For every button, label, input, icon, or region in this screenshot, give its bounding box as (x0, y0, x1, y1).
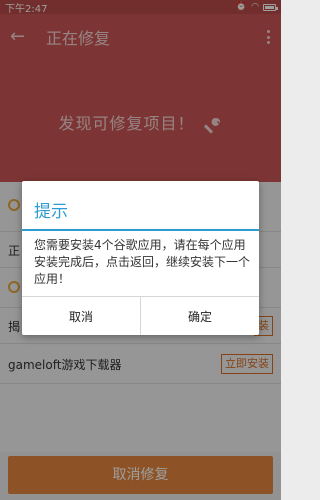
dialog-message: 您需要安装4个谷歌应用，请在每个应用安装完成后，点击返回，继续安装下一个应用！ (34, 238, 251, 286)
dialog-confirm-button[interactable]: 确定 (140, 297, 259, 335)
dialog-divider (22, 229, 259, 231)
prompt-dialog: 提示 您需要安装4个谷歌应用，请在每个应用安装完成后，点击返回，继续安装下一个应… (22, 181, 259, 335)
dialog-title: 提示 (34, 202, 68, 222)
dialog-actions: 取消 确定 (22, 296, 259, 335)
dialog-cancel-button[interactable]: 取消 (22, 297, 140, 335)
